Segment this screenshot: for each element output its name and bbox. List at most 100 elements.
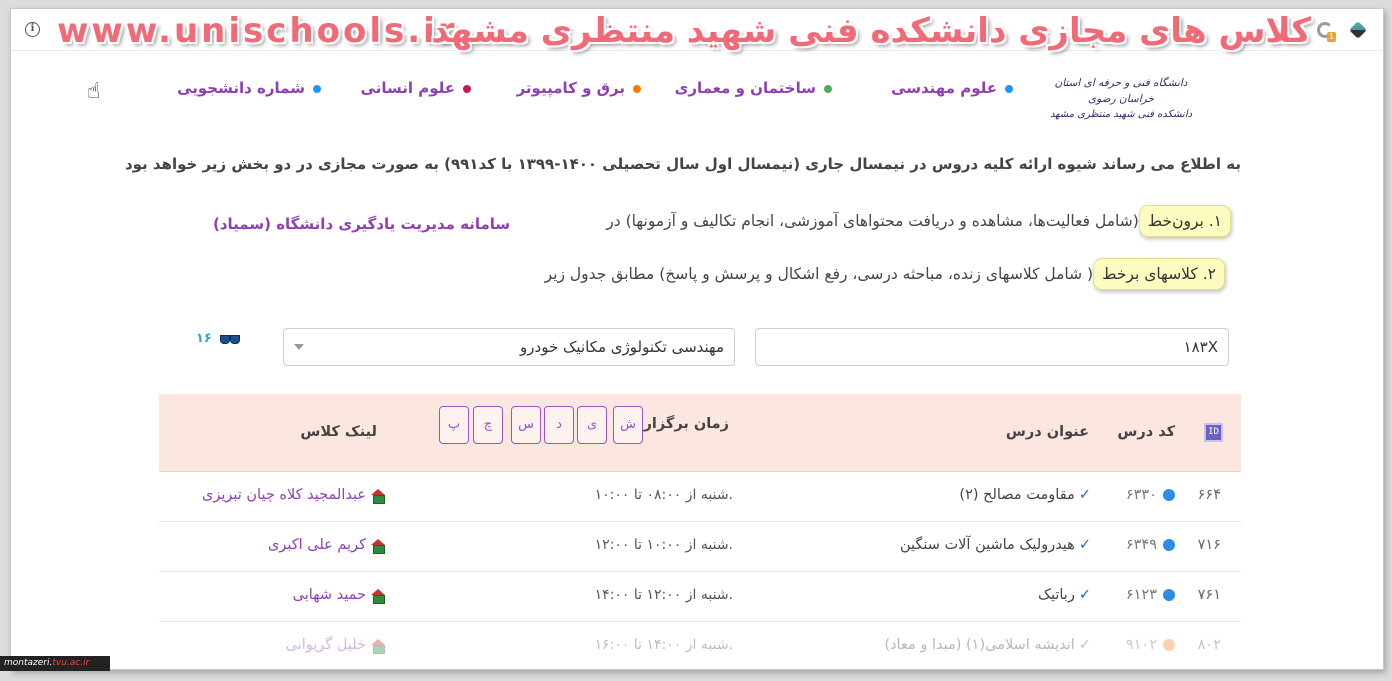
source-tag-accent: tvu.ac.ir bbox=[52, 658, 90, 668]
nav-label: علوم انسانی bbox=[360, 79, 455, 97]
row-time: .شنبه از ۱۰:۰۰ تا ۱۲:۰۰ bbox=[594, 537, 733, 553]
row-code-text: ۶۳۳۰ bbox=[1125, 487, 1157, 503]
nav-label: برق و کامپیوتر bbox=[516, 79, 625, 97]
row-title-text: مقاومت مصالح (۲) bbox=[959, 487, 1075, 503]
browser-window: i www.unischools.ir کلاس های مجازی دانشک… bbox=[10, 8, 1384, 670]
row-code: ۶۳۴۹ bbox=[1126, 537, 1175, 553]
nav-item-student-number[interactable]: شماره دانشجویی bbox=[177, 79, 321, 97]
nav-item-electrical-computer[interactable]: برق و کامپیوتر bbox=[517, 79, 641, 97]
check-icon: ✓ bbox=[1078, 537, 1091, 553]
instructor-name[interactable]: خلیل گریوانی bbox=[286, 637, 366, 653]
link-column-header[interactable]: لینک کلاس bbox=[300, 424, 377, 440]
house-icon bbox=[371, 488, 385, 504]
row-code-text: ۶۱۲۳ bbox=[1125, 587, 1157, 603]
row-id: ۸۰۲ bbox=[1197, 637, 1221, 653]
row-code: ۹۱۰۲ bbox=[1126, 637, 1175, 653]
online-pill: ۲. کلاسهای برخط bbox=[1093, 258, 1225, 290]
table-row: ۶۶۴ ۶۳۳۰ ✓مقاومت مصالح (۲) .شنبه از ۰۸:۰… bbox=[159, 472, 1241, 522]
nav-item-construction[interactable]: ساختمان و معماری bbox=[675, 79, 832, 97]
row-code: ۶۱۲۳ bbox=[1126, 587, 1175, 603]
day-filter-tue[interactable]: س bbox=[511, 406, 541, 444]
search-input[interactable]: ۱۸۳X bbox=[755, 328, 1229, 366]
day-filter-sat[interactable]: ش bbox=[613, 406, 643, 444]
major-select[interactable]: مهندسی تکنولوژی مکانیک خودرو bbox=[283, 328, 735, 366]
house-icon bbox=[371, 638, 385, 654]
day-filter-mon[interactable]: د bbox=[544, 406, 574, 444]
instructor-name[interactable]: کریم علی اکبری bbox=[268, 537, 366, 553]
instructor-name[interactable]: عبدالمجید کلاه چیان تبریزی bbox=[202, 487, 366, 503]
watermark-url: www.unischools.ir bbox=[57, 11, 458, 51]
row-code-text: ۹۱۰۲ bbox=[1125, 637, 1157, 653]
nav-dot-icon bbox=[633, 84, 641, 93]
day-filter-thu[interactable]: پ bbox=[439, 406, 469, 444]
row-time: .شنبه از ۱۴:۰۰ تا ۱۶:۰۰ bbox=[594, 637, 733, 653]
watermark-banner: www.unischools.ir کلاس های مجازی دانشکده… bbox=[51, 11, 1311, 51]
watermark-title: کلاس های مجازی دانشکده فنی شهید منتظری م… bbox=[431, 11, 1311, 51]
status-dot-icon bbox=[1163, 489, 1175, 501]
source-tag: montazeri.tvu.ac.ir bbox=[0, 656, 110, 671]
extension-badge: 1 bbox=[1327, 32, 1337, 42]
row-id: ۷۱۶ bbox=[1197, 537, 1221, 553]
samyad-link[interactable]: سامانه مدیریت یادگیری دانشگاه (سمیاد) bbox=[213, 215, 510, 233]
house-icon bbox=[371, 538, 385, 554]
hand-cursor-icon: ☝ bbox=[87, 79, 101, 104]
row-id: ۶۶۴ bbox=[1197, 487, 1221, 503]
site-info-icon[interactable]: i bbox=[25, 22, 40, 37]
row-code: ۶۳۳۰ bbox=[1126, 487, 1175, 503]
class-link[interactable]: خلیل گریوانی bbox=[286, 637, 385, 654]
table-row: ۷۱۶ ۶۳۴۹ ✓هیدرولیک ماشین آلات سنگین .شنب… bbox=[159, 522, 1241, 572]
nav-item-engineering-sciences[interactable]: علوم مهندسی bbox=[891, 79, 1013, 97]
offline-pill: ۱. برون‌خط bbox=[1138, 205, 1231, 237]
search-input-value: ۱۸۳X bbox=[1183, 338, 1218, 356]
online-line: ۲. کلاسهای برخط( شامل کلاسهای زنده، مباح… bbox=[545, 258, 1225, 290]
day-filter-wed[interactable]: چ bbox=[473, 406, 503, 444]
nav-label: شماره دانشجویی bbox=[177, 79, 305, 97]
row-id: ۷۶۱ bbox=[1197, 587, 1221, 603]
offline-line: ۱. برون‌خط(شامل فعالیت‌ها، مشاهده و دریا… bbox=[606, 205, 1231, 237]
nav-label: ساختمان و معماری bbox=[674, 79, 816, 97]
row-title: ✓رباتیک bbox=[1038, 587, 1091, 603]
offline-text: (شامل فعالیت‌ها، مشاهده و دریافت محتواها… bbox=[606, 212, 1139, 230]
day-filter-sun[interactable]: ی bbox=[577, 406, 607, 444]
row-code-text: ۶۳۴۹ bbox=[1125, 537, 1157, 553]
logo-line-1: دانشگاه فنی و حرفه ای استان خراسان رضوی bbox=[1054, 77, 1188, 105]
logo-line-2: دانشکده فنی شهید منتظری مشهد bbox=[1049, 109, 1193, 120]
announcement-text: به اطلاع می رساند شیوه ارائه کلیه دروس د… bbox=[124, 155, 1241, 173]
house-icon bbox=[371, 588, 385, 604]
online-text: ( شامل کلاسهای زنده، مباحثه درسی، رفع اش… bbox=[544, 265, 1094, 283]
result-count: ۱۶ bbox=[196, 331, 212, 346]
nav-dot-icon bbox=[1005, 84, 1013, 93]
nav-dot-icon bbox=[313, 84, 321, 93]
university-logo[interactable]: دانشگاه فنی و حرفه ای استان خراسان رضوی … bbox=[1041, 75, 1201, 129]
class-link[interactable]: کریم علی اکبری bbox=[268, 537, 385, 554]
code-column-header[interactable]: کد درس bbox=[1117, 424, 1175, 440]
row-title-text: هیدرولیک ماشین آلات سنگین bbox=[899, 537, 1075, 553]
extension-cube-icon[interactable] bbox=[1349, 21, 1367, 39]
table-header: ID کد درس عنوان درس زمان برگزاری ش ی د س… bbox=[159, 394, 1241, 472]
check-icon: ✓ bbox=[1078, 587, 1091, 603]
id-column-header[interactable]: ID bbox=[1204, 423, 1223, 442]
nav-item-humanities[interactable]: علوم انسانی bbox=[361, 79, 471, 97]
status-dot-icon bbox=[1163, 639, 1175, 651]
major-select-value: مهندسی تکنولوژی مکانیک خودرو bbox=[520, 338, 724, 356]
check-icon: ✓ bbox=[1078, 637, 1091, 653]
title-column-header[interactable]: عنوان درس bbox=[1006, 424, 1089, 440]
glasses-icon bbox=[219, 333, 241, 345]
row-title: ✓اندیشه اسلامی(۱) (مبدا و معاد) bbox=[884, 637, 1091, 653]
row-time: .شنبه از ۱۲:۰۰ تا ۱۴:۰۰ bbox=[594, 587, 733, 603]
address-bar[interactable]: i www.unischools.ir کلاس های مجازی دانشک… bbox=[11, 9, 1383, 51]
table-row: ۷۶۱ ۶۱۲۳ ✓رباتیک .شنبه از ۱۲:۰۰ تا ۱۴:۰۰… bbox=[159, 572, 1241, 622]
instructor-name[interactable]: حمید شهابی bbox=[293, 587, 366, 603]
class-link[interactable]: حمید شهابی bbox=[293, 587, 385, 604]
top-nav: علوم مهندسی ساختمان و معماری برق و کامپی… bbox=[177, 75, 1061, 105]
row-title: ✓مقاومت مصالح (۲) bbox=[959, 487, 1091, 503]
time-column-header[interactable]: زمان برگزاری bbox=[630, 416, 729, 432]
status-dot-icon bbox=[1163, 589, 1175, 601]
class-link[interactable]: عبدالمجید کلاه چیان تبریزی bbox=[202, 487, 385, 504]
row-time: .شنبه از ۰۸:۰۰ تا ۱۰:۰۰ bbox=[594, 487, 733, 503]
row-title-text: رباتیک bbox=[1037, 587, 1075, 603]
table-row: ۸۰۲ ۹۱۰۲ ✓اندیشه اسلامی(۱) (مبدا و معاد)… bbox=[159, 622, 1241, 669]
nav-label: علوم مهندسی bbox=[891, 79, 997, 97]
nav-dot-icon bbox=[463, 84, 471, 93]
row-title-text: اندیشه اسلامی(۱) (مبدا و معاد) bbox=[884, 637, 1075, 653]
